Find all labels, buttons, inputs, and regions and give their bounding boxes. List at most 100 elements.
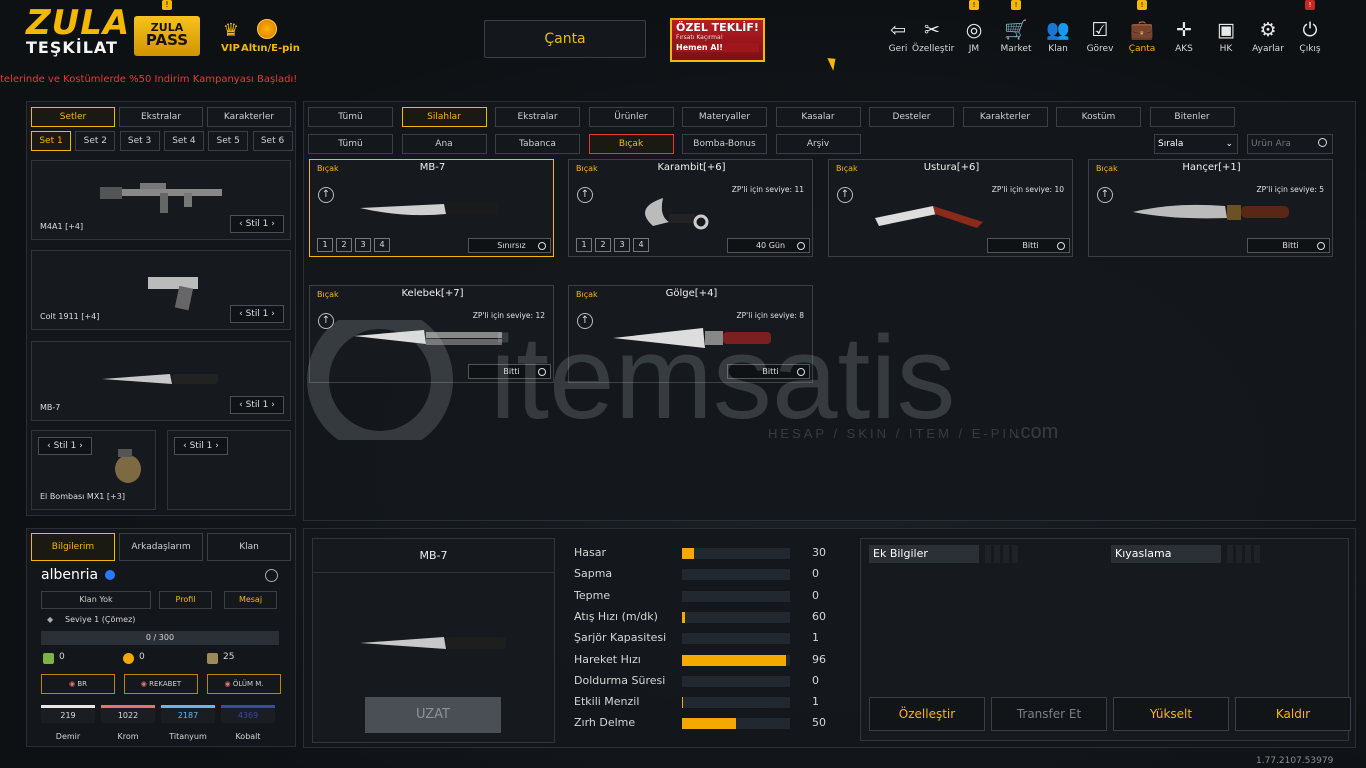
profile-btn-2[interactable]: Mesaj — [224, 591, 277, 609]
set-tab-5[interactable]: Set 5 — [208, 131, 249, 151]
filter-ürünler[interactable]: Ürünler — [588, 107, 674, 127]
verified-icon — [105, 570, 115, 580]
inventory-item-3[interactable]: Bıçak Hançer[+1] ↑ ZP'li için seviye: 5 Bitt… — [1088, 159, 1333, 257]
set-tab-2[interactable]: Set 2 — [75, 131, 116, 151]
chevron-right-icon[interactable]: › — [268, 400, 275, 410]
filter-ekstralar[interactable]: Ekstralar — [495, 107, 580, 127]
stil-selector[interactable]: ‹ Stil 1 › — [174, 437, 228, 455]
upgrade-icon[interactable]: ↑ — [318, 187, 334, 203]
tab-stripe — [985, 545, 991, 563]
center-tab-canta[interactable]: Çanta — [484, 20, 646, 58]
compare-tab[interactable]: Kıyaslama — [1111, 545, 1221, 563]
inventory-item-1[interactable]: Bıçak Karambit[+6] ↑ ZP'li için seviye: 11 1… — [568, 159, 813, 257]
filter-tümü[interactable]: Tümü — [308, 107, 393, 127]
mode-btn-2[interactable]: ◉ ÖLÜM M. — [207, 674, 281, 694]
profile-tab-1[interactable]: Arkadaşlarım — [119, 533, 203, 561]
chevron-right-icon[interactable]: › — [212, 441, 219, 451]
loadout-slot-0[interactable]: ‹ Stil 1 › M4A1 [+4] — [31, 160, 291, 240]
loadout-slot-2[interactable]: ‹ Stil 1 › MB-7 — [31, 341, 291, 421]
subfilter-4[interactable]: Bomba-Bonus — [682, 134, 767, 154]
stil-selector[interactable]: ‹ Stil 1 › — [230, 215, 284, 233]
level-chip[interactable]: 1 — [576, 238, 592, 252]
loadout-tab-1[interactable]: Ekstralar — [119, 107, 203, 127]
level-chip[interactable]: 1 — [317, 238, 333, 252]
nav-çıkış[interactable]: ⏻ Çıkış — [1290, 18, 1330, 58]
loadout-tab-2[interactable]: Karakterler — [207, 107, 291, 127]
subfilter-0[interactable]: Tümü — [308, 134, 393, 154]
item-name: Hançer[+1] — [1182, 162, 1241, 173]
stil-selector[interactable]: ‹ Stil 1 › — [230, 396, 284, 414]
vip-crown-icon[interactable]: ♛ — [220, 20, 242, 41]
subfilter-5[interactable]: Arşiv — [775, 134, 861, 154]
profile-tab-0[interactable]: Bilgilerim — [31, 533, 115, 561]
extra-info-tab[interactable]: Ek Bilgiler — [869, 545, 979, 563]
hide-eye-icon[interactable] — [265, 569, 278, 582]
item-category: Bıçak — [576, 290, 598, 299]
zula-logo[interactable]: ZULA TEŞKİLAT — [26, 6, 129, 64]
subfilter-2[interactable]: Tabanca — [495, 134, 580, 154]
level-chip[interactable]: 3 — [614, 238, 630, 252]
material-value: 4369 — [237, 711, 259, 720]
subfilter-1[interactable]: Ana — [401, 134, 487, 154]
chevron-right-icon[interactable]: › — [268, 309, 275, 319]
upgrade-icon[interactable]: ↑ — [577, 187, 593, 203]
search-icon[interactable] — [1318, 138, 1327, 147]
chevron-right-icon[interactable]: › — [268, 219, 275, 229]
filter-materyaller[interactable]: Materyaller — [682, 107, 767, 127]
vip-link[interactable]: VIP — [221, 43, 240, 54]
set-tab-1[interactable]: Set 1 — [31, 131, 71, 151]
nav-hk[interactable]: ▣ HK — [1206, 18, 1246, 58]
stil-selector[interactable]: ‹ Stil 1 › — [230, 305, 284, 323]
gold-epin-link[interactable]: Altın/E-pin — [241, 43, 300, 54]
subfilter-3[interactable]: Bıçak — [588, 134, 674, 154]
action-yükselt[interactable]: Yükselt — [1113, 697, 1229, 731]
level-chip[interactable]: 4 — [633, 238, 649, 252]
gold-coin-icon[interactable] — [257, 19, 277, 39]
nav-label: Özelleştir — [912, 44, 955, 54]
nav-görev[interactable]: ☑ Görev — [1080, 18, 1120, 58]
sort-dropdown[interactable]: Sırala ⌄ — [1154, 134, 1238, 154]
nav-jm[interactable]: ◎ JM — [954, 18, 994, 58]
nav-özelleştir[interactable]: ✂ Özelleştir — [912, 18, 955, 58]
loadout-slot-3[interactable]: ‹ Stil 1 › El Bombası MX1 [+3] — [31, 430, 156, 510]
profile-tab-2[interactable]: Klan — [207, 533, 291, 561]
loadout-slot-1[interactable]: ‹ Stil 1 › Colt 1911 [+4] — [31, 250, 291, 330]
set-tab-4[interactable]: Set 4 — [163, 131, 204, 151]
upgrade-icon[interactable]: ↑ — [1097, 187, 1113, 203]
special-offer-banner[interactable]: ÖZEL TEKLİF! Fırsatı Kaçırma! Hemen Al! — [670, 18, 765, 62]
filter-karakterler[interactable]: Karakterler — [962, 107, 1048, 127]
extend-button[interactable]: UZAT — [365, 697, 501, 733]
nav-klan[interactable]: 👥 Klan — [1038, 18, 1078, 58]
loadout-tab-0[interactable]: Setler — [31, 107, 115, 127]
loadout-slot-4[interactable]: ‹ Stil 1 › — [167, 430, 291, 510]
level-label: Seviye 1 (Çömez) — [65, 615, 136, 624]
level-chip[interactable]: 2 — [336, 238, 352, 252]
upgrade-icon[interactable]: ↑ — [837, 187, 853, 203]
set-tab-6[interactable]: Set 6 — [252, 131, 293, 151]
inventory-item-2[interactable]: Bıçak Ustura[+6] ↑ ZP'li için seviye: 10 Bit… — [828, 159, 1073, 257]
action-kaldır[interactable]: Kaldır — [1235, 697, 1351, 731]
action-özelleştir[interactable]: Özelleştir — [869, 697, 985, 731]
filter-kostüm[interactable]: Kostüm — [1056, 107, 1141, 127]
chevron-right-icon[interactable]: › — [76, 441, 83, 451]
level-chip[interactable]: 4 — [374, 238, 390, 252]
inventory-item-0[interactable]: Bıçak MB-7 ↑ 1 2 3 4 Sınırsız — [309, 159, 554, 257]
nav-ayarlar[interactable]: ⚙ Ayarlar — [1248, 18, 1288, 58]
profile-btn-1[interactable]: Profil — [159, 591, 212, 609]
filter-kasalar[interactable]: Kasalar — [775, 107, 861, 127]
filter-desteler[interactable]: Desteler — [869, 107, 954, 127]
mode-btn-1[interactable]: ◉ REKABET — [124, 674, 198, 694]
zula-pass-button[interactable]: ZULA PASS — [134, 16, 200, 56]
filter-bitenler[interactable]: Bitenler — [1149, 107, 1235, 127]
set-tab-3[interactable]: Set 3 — [119, 131, 160, 151]
level-chip[interactable]: 3 — [355, 238, 371, 252]
stil-selector[interactable]: ‹ Stil 1 › — [38, 437, 92, 455]
material-label: Kobalt — [235, 732, 261, 741]
level-chip[interactable]: 2 — [595, 238, 611, 252]
profile-btn-0[interactable]: Klan Yok — [41, 591, 151, 609]
mode-btn-0[interactable]: ◉ BR — [41, 674, 115, 694]
nav-aks[interactable]: ✛ AKS — [1164, 18, 1204, 58]
nav-çanta[interactable]: 💼 Çanta — [1122, 18, 1162, 58]
filter-silahlar[interactable]: Silahlar — [401, 107, 487, 127]
nav-market[interactable]: 🛒 Market — [996, 18, 1036, 58]
